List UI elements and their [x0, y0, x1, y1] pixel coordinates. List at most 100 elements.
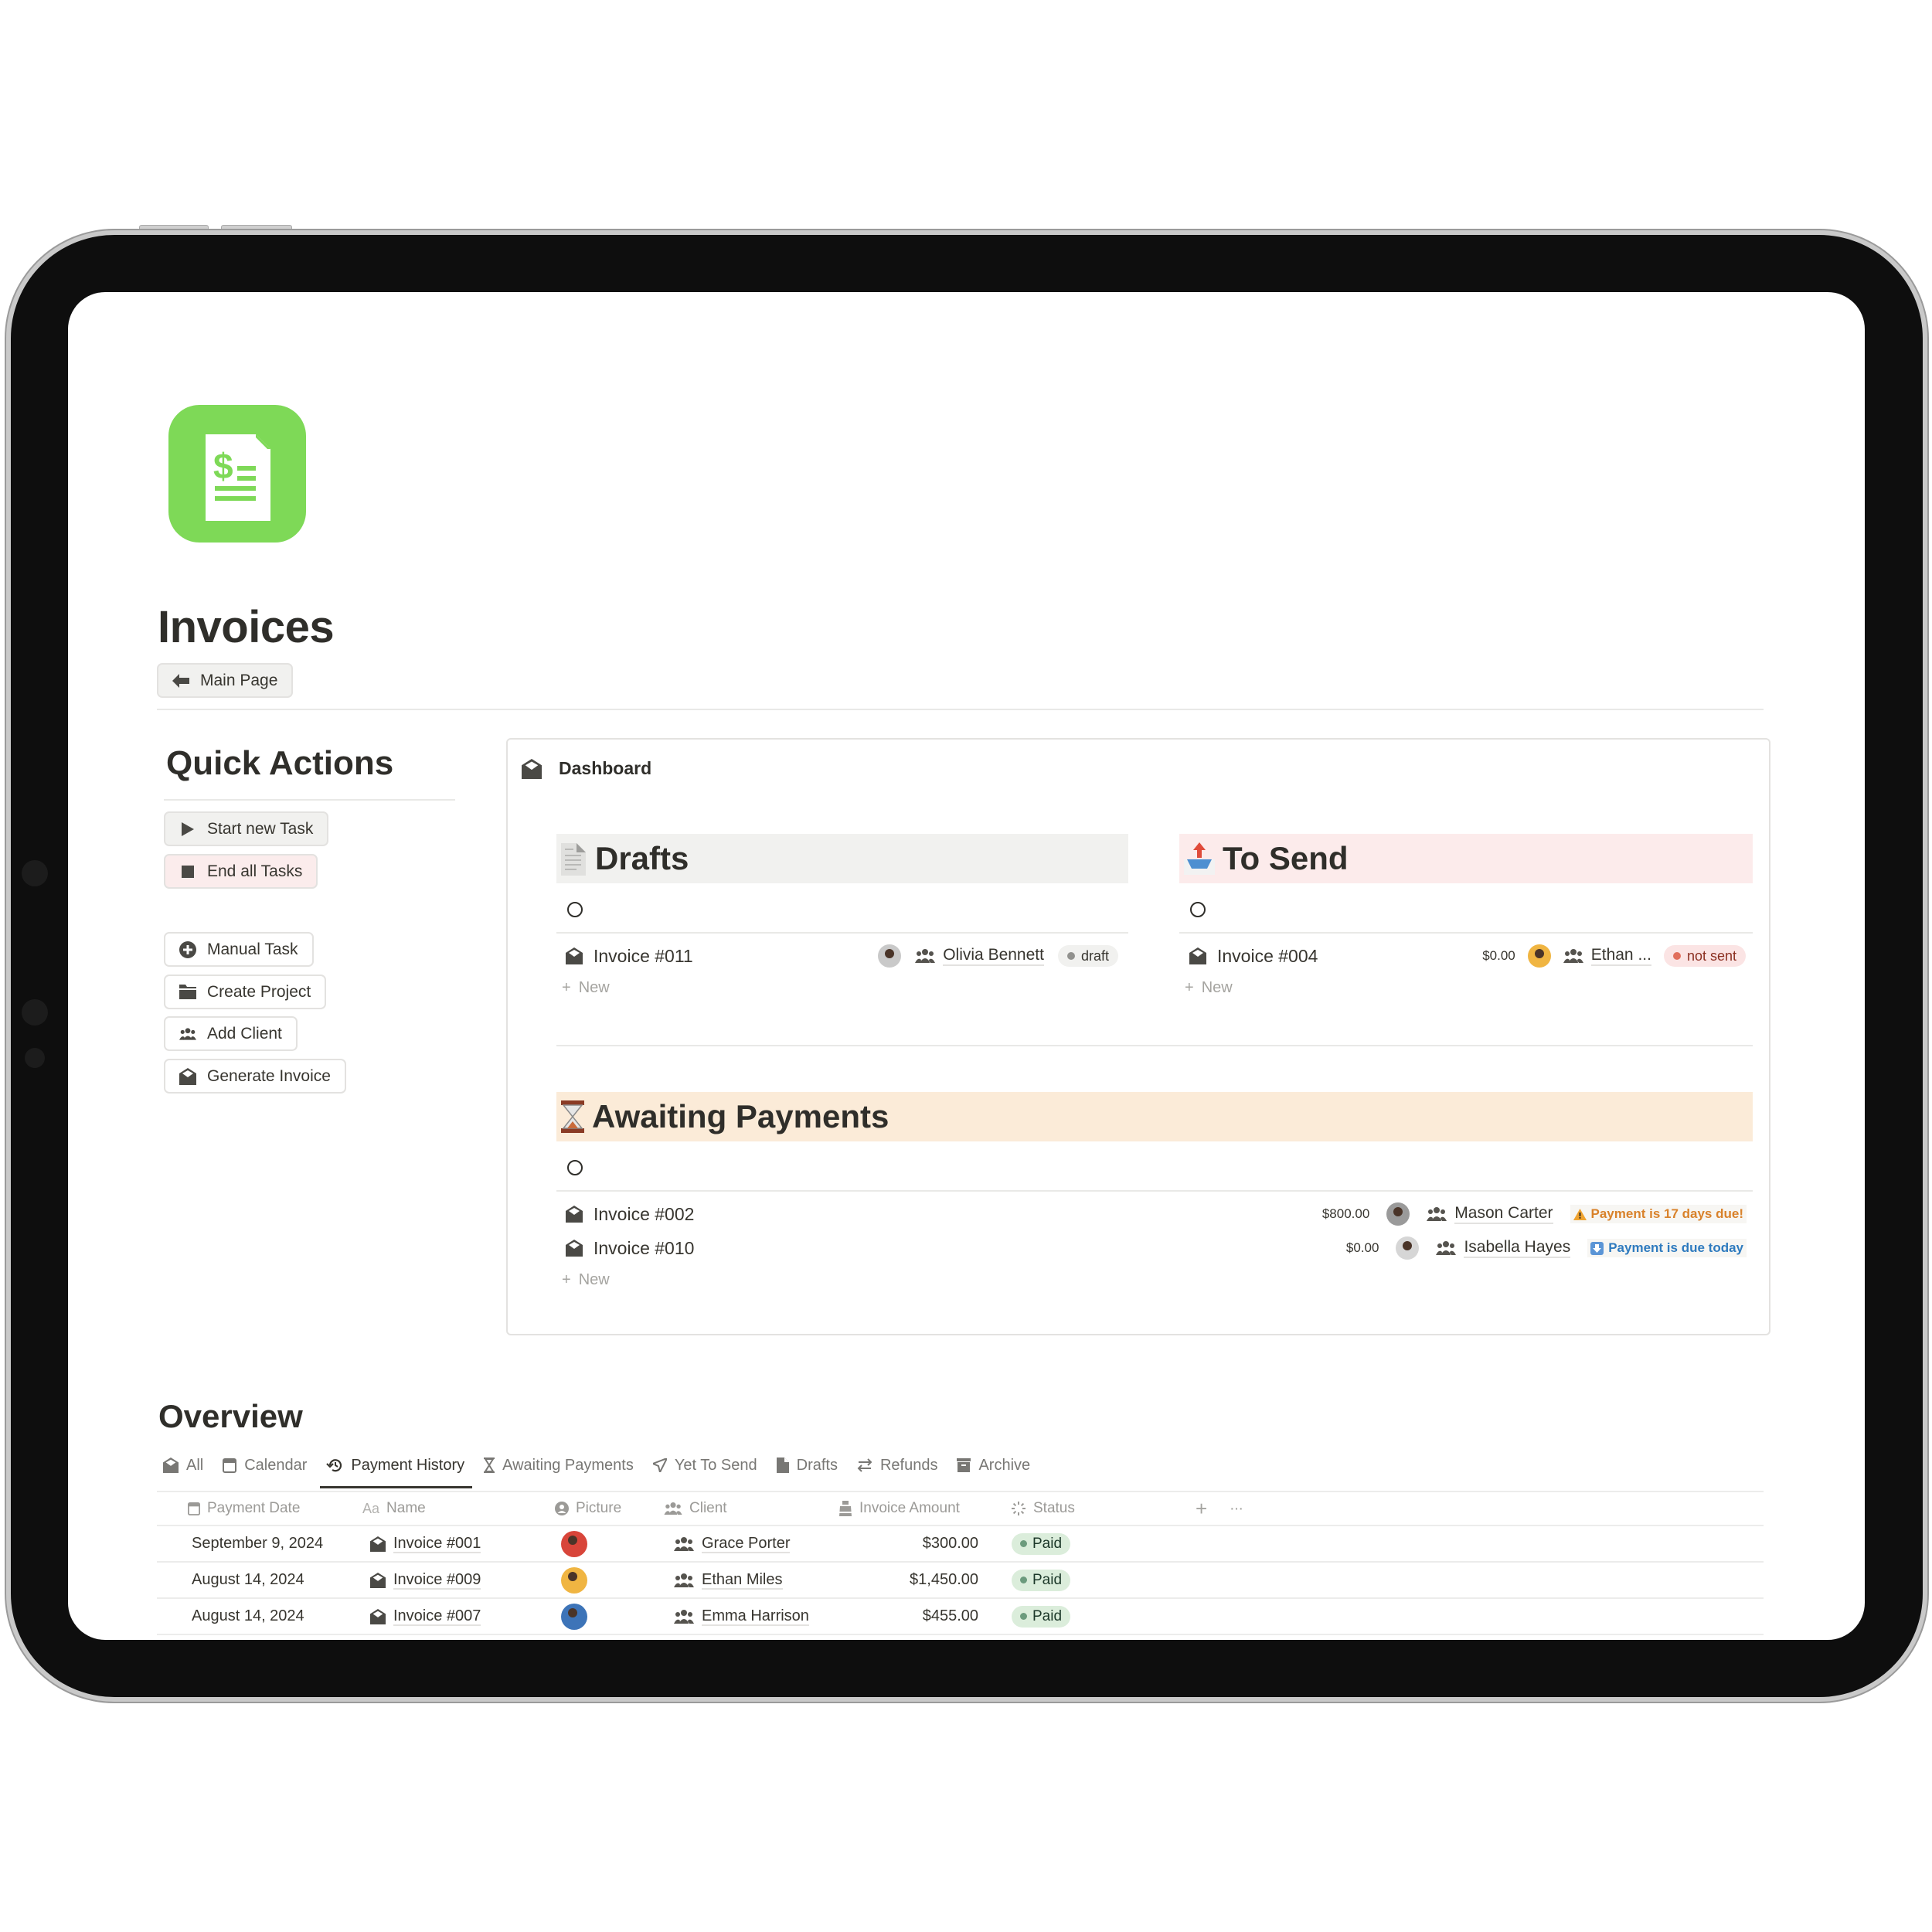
document-icon [776, 1458, 789, 1473]
client-link[interactable]: Ethan ... [1563, 946, 1651, 966]
status-badge-text: not sent [1686, 947, 1736, 964]
drafts-item-name[interactable]: Invoice #011 [594, 946, 693, 967]
table-row[interactable]: September 9, 2024 Invoice #001 Grace Por… [157, 1526, 1764, 1563]
envelope-open-icon [566, 1206, 583, 1223]
client-name: Grace Porter [702, 1534, 791, 1553]
tab-yet-to-send[interactable]: Yet To Send [652, 1451, 757, 1479]
plus-icon: + [1185, 979, 1194, 996]
envelope-open-icon [370, 1608, 386, 1624]
awaiting-item-name[interactable]: Invoice #010 [594, 1238, 694, 1259]
plus-icon: + [562, 979, 571, 996]
client-name: Ethan ... [1590, 946, 1651, 966]
generate-invoice-button[interactable]: Generate Invoice [164, 1059, 346, 1094]
create-project-button[interactable]: Create Project [164, 975, 327, 1009]
client-avatar [561, 1603, 587, 1630]
new-label: New [1201, 979, 1233, 996]
end-all-tasks-label: End all Tasks [207, 862, 303, 880]
notice-text: Payment is 17 days due! [1590, 1206, 1743, 1221]
client-link[interactable]: Isabella Hayes [1436, 1238, 1571, 1258]
more-options-button[interactable]: ··· [1230, 1500, 1243, 1518]
dashboard-title: Dashboard [522, 758, 651, 779]
to-send-new-button[interactable]: + New [1185, 979, 1233, 997]
start-new-task-button[interactable]: Start new Task [164, 811, 329, 846]
name-cell[interactable]: Invoice #007 [370, 1599, 481, 1634]
client-avatar [878, 944, 902, 968]
add-client-button[interactable]: Add Client [164, 1016, 298, 1051]
calendar-icon [188, 1502, 200, 1515]
envelope-open-icon [370, 1536, 386, 1552]
quick-actions-heading: Quick Actions [166, 744, 394, 782]
column-picture[interactable]: Picture [555, 1500, 621, 1517]
table-row[interactable]: August 14, 2024 Invoice #007 Emma Harris… [157, 1599, 1764, 1635]
status-spinner-icon [1011, 1501, 1026, 1516]
client-avatar [561, 1566, 587, 1594]
overview-tabs: All Calendar Payment History Awaiting Pa… [163, 1451, 1030, 1488]
arrow-left-icon [172, 672, 189, 689]
tab-calendar[interactable]: Calendar [223, 1451, 307, 1479]
name-cell[interactable]: Invoice #009 [370, 1563, 481, 1597]
status-badge-text: Paid [1032, 1571, 1063, 1588]
client-link[interactable]: Mason Carter [1427, 1204, 1553, 1224]
create-project-label: Create Project [207, 982, 311, 1001]
column-label: Invoice Amount [859, 1500, 960, 1516]
awaiting-empty-circle [567, 1160, 583, 1175]
warning-icon [1573, 1208, 1587, 1220]
client-cell[interactable]: Ethan Miles [674, 1563, 783, 1597]
send-icon [652, 1458, 667, 1472]
tab-awaiting-payments[interactable]: Awaiting Payments [484, 1451, 634, 1479]
status-badge: not sent [1663, 945, 1746, 967]
name-cell[interactable]: Invoice #001 [370, 1526, 481, 1561]
plus-icon: + [562, 1271, 571, 1288]
payment-due-today-notice: Payment is due today [1587, 1239, 1747, 1257]
drafts-new-button[interactable]: + New [562, 979, 610, 997]
column-status[interactable]: Status [1011, 1500, 1075, 1517]
invoice-amount: $0.00 [1482, 948, 1515, 963]
column-label: Status [1033, 1500, 1075, 1516]
main-page-button[interactable]: Main Page [157, 663, 294, 698]
tab-archive[interactable]: Archive [957, 1451, 1030, 1479]
awaiting-new-button[interactable]: + New [562, 1271, 610, 1289]
tab-all[interactable]: All [163, 1451, 203, 1479]
drafts-divider [556, 932, 1128, 934]
to-send-divider [1179, 932, 1753, 934]
picture-cell [561, 1599, 587, 1634]
client-name: Emma Harrison [702, 1607, 809, 1626]
client-cell[interactable]: Grace Porter [674, 1526, 791, 1561]
status-badge: Paid [1012, 1605, 1071, 1628]
status-badge: Paid [1012, 1569, 1071, 1591]
to-send-item[interactable]: Invoice #004 $0.00 Ethan ... not sent [1189, 940, 1746, 971]
notice-text: Payment is due today [1608, 1240, 1743, 1255]
to-send-item-name[interactable]: Invoice #004 [1217, 946, 1318, 967]
history-icon [326, 1458, 343, 1473]
column-name[interactable]: Aa Name [362, 1500, 426, 1517]
tab-refunds[interactable]: Refunds [857, 1451, 937, 1479]
drafts-item[interactable]: Invoice #011 Olivia Bennett draft [566, 940, 1118, 971]
table-row[interactable]: August 14, 2024 Invoice #009 Ethan Miles… [157, 1563, 1764, 1599]
camera-lens [22, 999, 48, 1026]
add-column-button[interactable]: + [1196, 1497, 1207, 1521]
envelope-open-icon [566, 1240, 583, 1257]
awaiting-item[interactable]: Invoice #010 $0.00 Isabella Hayes Paymen… [566, 1233, 1747, 1264]
client-cell[interactable]: Emma Harrison [674, 1599, 809, 1634]
awaiting-item[interactable]: Invoice #002 $800.00 Mason Carter Paymen… [566, 1199, 1747, 1230]
manual-task-button[interactable]: Manual Task [164, 932, 314, 967]
tab-label: All [186, 1456, 204, 1474]
tab-payment-history[interactable]: Payment History [320, 1451, 472, 1488]
tab-label: Payment History [351, 1456, 465, 1474]
column-client[interactable]: Client [664, 1500, 727, 1517]
main-page-label: Main Page [200, 671, 278, 689]
screen: $ Invoices Main Page Quick Actions Start… [68, 292, 1865, 1640]
column-payment-date[interactable]: Payment Date [188, 1500, 300, 1517]
invoice-dollar-icon: $ [168, 405, 306, 543]
tab-drafts[interactable]: Drafts [776, 1451, 838, 1479]
people-icon [1563, 949, 1583, 963]
client-avatar [1396, 1236, 1420, 1260]
envelope-open-icon [163, 1458, 179, 1473]
invoice-amount: $800.00 [1321, 1206, 1370, 1221]
awaiting-item-name[interactable]: Invoice #002 [594, 1204, 694, 1225]
end-all-tasks-button[interactable]: End all Tasks [164, 854, 318, 889]
person-circle-icon [555, 1502, 569, 1515]
client-link[interactable]: Olivia Bennett [915, 946, 1044, 966]
envelope-open-icon [522, 758, 542, 779]
column-invoice-amount[interactable]: Invoice Amount [838, 1500, 960, 1517]
